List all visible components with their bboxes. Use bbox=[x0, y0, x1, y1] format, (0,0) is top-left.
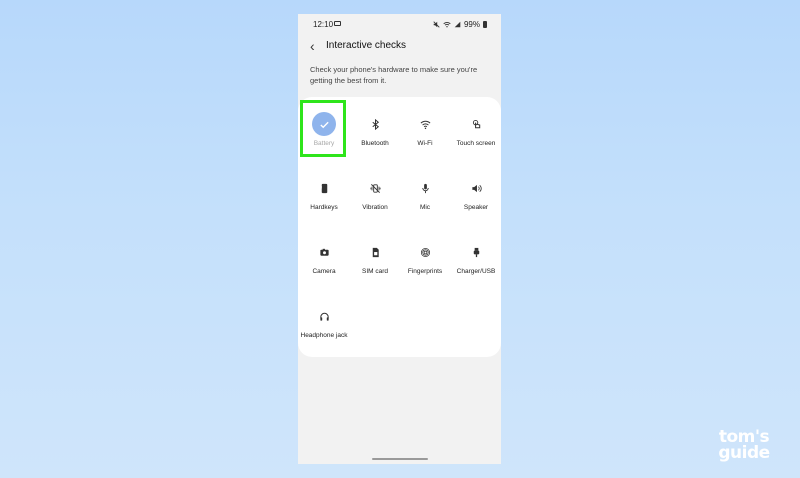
highlight-box bbox=[300, 100, 346, 157]
description-text: Check your phone's hardware to make sure… bbox=[310, 65, 478, 85]
wifi-status-icon bbox=[443, 22, 451, 28]
speaker-icon bbox=[464, 176, 488, 200]
vibration-icon bbox=[363, 176, 387, 200]
check-item-vibration[interactable]: Vibration bbox=[350, 168, 400, 228]
header: ‹ Interactive checks bbox=[298, 39, 501, 61]
battery-icon bbox=[483, 21, 487, 28]
camera-icon bbox=[312, 240, 336, 264]
logo-line-2: guide bbox=[718, 443, 770, 463]
status-time: 12:10 bbox=[313, 20, 334, 29]
check-item-camera[interactable]: Camera bbox=[299, 232, 349, 292]
headphone-icon bbox=[312, 304, 336, 328]
check-item-label: Speaker bbox=[463, 204, 489, 211]
touch-icon bbox=[464, 112, 488, 136]
wifi-icon bbox=[413, 112, 437, 136]
sim-card-icon bbox=[363, 240, 387, 264]
back-arrow-icon[interactable]: ‹ bbox=[310, 39, 315, 53]
check-item-headphone-jack[interactable]: Headphone jack bbox=[299, 296, 349, 356]
toms-guide-logo: tom's guide bbox=[703, 429, 785, 463]
gesture-bar[interactable] bbox=[372, 458, 428, 460]
mic-icon bbox=[413, 176, 437, 200]
usb-icon bbox=[464, 240, 488, 264]
phone-screen: 12:10 99% ‹ Interactive checks Check you… bbox=[298, 14, 501, 464]
check-item-label: Touch screen bbox=[456, 140, 496, 147]
check-item-label: Charger/USB bbox=[456, 268, 496, 275]
check-item-touch-screen[interactable]: Touch screen bbox=[451, 104, 501, 164]
check-item-fingerprints[interactable]: Fingerprints bbox=[400, 232, 450, 292]
fingerprint-icon bbox=[413, 240, 437, 264]
check-item-speaker[interactable]: Speaker bbox=[451, 168, 501, 228]
mute-icon bbox=[433, 21, 440, 28]
hardkeys-icon bbox=[312, 176, 336, 200]
status-bar: 12:10 99% bbox=[298, 14, 501, 34]
check-item-wifi[interactable]: Wi-Fi bbox=[400, 104, 450, 164]
signal-icon bbox=[454, 21, 461, 28]
check-item-sim-card[interactable]: SIM card bbox=[350, 232, 400, 292]
check-item-bluetooth[interactable]: Bluetooth bbox=[350, 104, 400, 164]
check-item-charger-usb[interactable]: Charger/USB bbox=[451, 232, 501, 292]
check-item-hardkeys[interactable]: Hardkeys bbox=[299, 168, 349, 228]
gallery-notification-icon bbox=[334, 21, 341, 26]
battery-percent: 99% bbox=[463, 20, 480, 29]
check-item-mic[interactable]: Mic bbox=[400, 168, 450, 228]
bluetooth-icon bbox=[363, 112, 387, 136]
page-title: Interactive checks bbox=[326, 40, 407, 51]
check-item-label: Headphone jack bbox=[300, 332, 348, 339]
